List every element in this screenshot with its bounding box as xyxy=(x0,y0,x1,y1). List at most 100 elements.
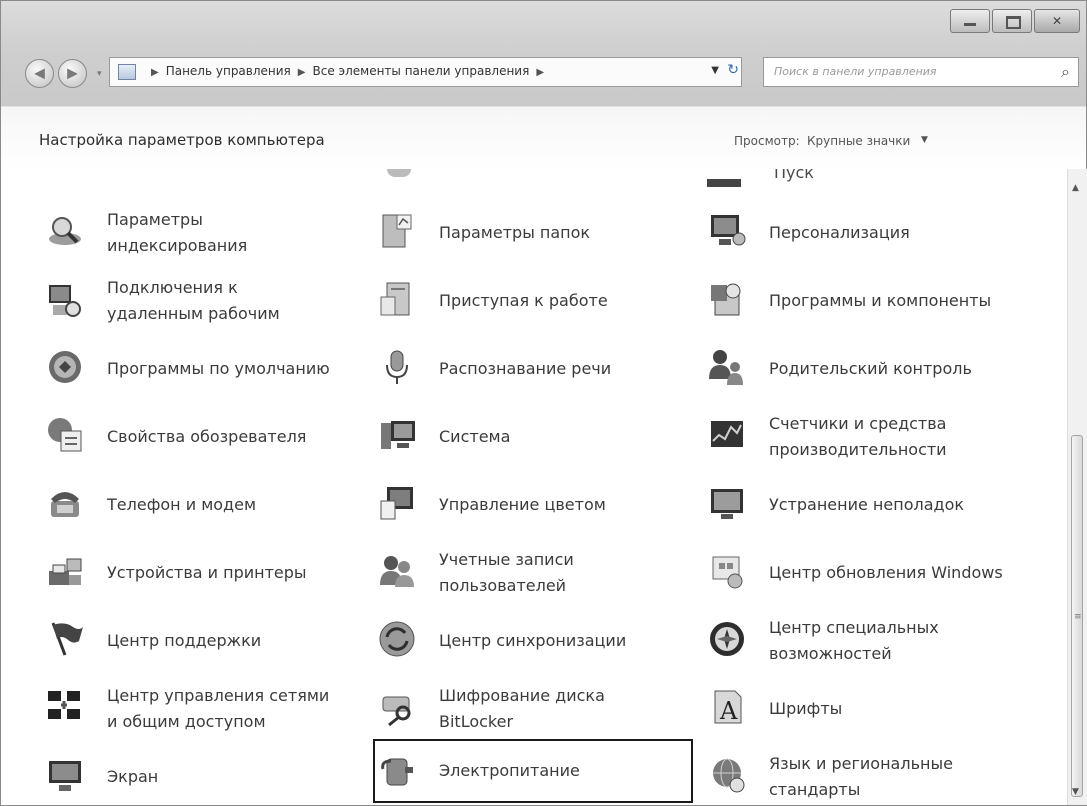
partial-item-col3[interactable]: Пуск xyxy=(707,169,887,191)
address-bar[interactable]: ▶ Панель управления ▶ Все элементы панели у… xyxy=(109,57,742,87)
item-windows-update[interactable]: Центр обновления Windows xyxy=(707,543,1037,603)
item-label: Язык и региональные стандарты xyxy=(769,754,953,799)
folder-options-icon xyxy=(382,214,412,248)
item-label: Приступая к работе xyxy=(439,291,608,310)
close-button[interactable]: ✕ xyxy=(1034,9,1080,33)
item-bitlocker[interactable]: Шифрование диска BitLocker xyxy=(377,679,677,739)
item-system[interactable]: Система xyxy=(377,407,677,467)
item-network-center[interactable]: Центр управления сетями и общим доступом xyxy=(45,679,335,739)
item-region-language[interactable]: Язык и региональные стандарты xyxy=(707,747,1037,805)
search-icon[interactable]: ⌕ xyxy=(1061,62,1070,82)
display-icon xyxy=(49,761,81,791)
maximize-icon xyxy=(1006,16,1021,29)
navigation-bar: ◀ ▶ ▾ ▶ Панель управления ▶ Все элементы па… xyxy=(1,53,1086,93)
fonts-icon: A xyxy=(714,690,742,725)
item-speech-recognition[interactable]: Распознавание речи xyxy=(377,339,677,399)
maximize-button[interactable] xyxy=(992,9,1032,33)
item-phone-modem[interactable]: Телефон и модем xyxy=(45,475,335,535)
content-header: Настройка параметров компьютера Просмотр… xyxy=(1,106,1086,169)
item-color-management[interactable]: Управление цветом xyxy=(377,475,677,535)
breadcrumb: ▶ Панель управления ▶ Все элементы панели у… xyxy=(144,64,551,78)
refresh-icon[interactable]: ↻ xyxy=(727,62,739,78)
item-default-programs[interactable]: Программы по умолчанию xyxy=(45,339,335,399)
minimize-button[interactable] xyxy=(950,9,990,33)
sync-center-icon xyxy=(379,621,415,657)
vertical-scrollbar[interactable]: ▲ ≡ ▼ xyxy=(1067,169,1087,805)
partial-item-col2 xyxy=(379,169,419,191)
scrollbar-thumb[interactable]: ≡ xyxy=(1071,435,1083,797)
minimize-icon xyxy=(964,23,976,26)
breadcrumb-item-all-items[interactable]: Все элементы панели управления xyxy=(312,64,529,78)
forward-button[interactable]: ▶ xyxy=(58,59,87,88)
item-label: Шифрование диска BitLocker xyxy=(439,686,605,731)
troubleshooting-icon xyxy=(711,489,743,519)
bitlocker-key-icon xyxy=(382,696,411,727)
item-label: Учетные записи пользователей xyxy=(439,550,574,595)
breadcrumb-separator-icon[interactable]: ▶ xyxy=(151,67,159,78)
grip-icon: ≡ xyxy=(1074,612,1082,622)
item-internet-options[interactable]: Свойства обозревателя xyxy=(45,407,335,467)
item-label: Центр поддержки xyxy=(107,631,262,650)
parental-control-icon xyxy=(709,350,743,385)
scroll-up-icon[interactable]: ▲ xyxy=(1072,183,1079,193)
scroll-down-icon[interactable]: ▼ xyxy=(1072,787,1079,797)
devices-printers-icon xyxy=(49,558,82,585)
item-parental-control[interactable]: Родительский контроль xyxy=(707,339,1037,399)
caption-buttons: ✕ xyxy=(950,9,1080,33)
item-label: Свойства обозревателя xyxy=(107,427,307,446)
item-power-options[interactable]: Электропитание xyxy=(373,739,693,803)
item-getting-started[interactable]: Приступая к работе xyxy=(377,271,677,331)
breadcrumb-item-control-panel[interactable]: Панель управления xyxy=(166,64,291,78)
item-personalization[interactable]: Персонализация xyxy=(707,203,1037,263)
item-label: Родительский контроль xyxy=(769,359,972,378)
item-label: Центр управления сетями и общим доступом xyxy=(107,686,330,731)
item-sync-center[interactable]: Центр синхронизации xyxy=(377,611,677,671)
control-panel-window: ✕ ◀ ▶ ▾ ▶ Панель управления ▶ Все элементы … xyxy=(0,0,1087,806)
action-center-flag-icon xyxy=(51,622,83,656)
remote-connections-icon xyxy=(49,285,81,317)
item-label: Устранение неполадок xyxy=(769,495,965,514)
item-display[interactable]: Экран xyxy=(45,747,335,805)
item-label: Система xyxy=(439,427,511,446)
title-bar: ✕ ◀ ▶ ▾ ▶ Панель управления ▶ Все элементы … xyxy=(1,1,1086,106)
internet-options-icon xyxy=(48,418,82,452)
chevron-down-icon[interactable]: ▼ xyxy=(921,135,928,145)
item-remote-connections[interactable]: Подключения к удаленным рабочим xyxy=(45,271,335,331)
item-devices-printers[interactable]: Устройства и принтеры xyxy=(45,543,335,603)
item-performance[interactable]: Счетчики и средства производительности xyxy=(707,407,1037,467)
forward-arrow-icon: ▶ xyxy=(67,65,78,82)
search-placeholder: Поиск в панели управления xyxy=(774,65,937,78)
item-label: Параметры папок xyxy=(439,223,591,242)
search-box[interactable]: Поиск в панели управления ⌕ xyxy=(763,57,1079,87)
back-button[interactable]: ◀ xyxy=(25,59,54,88)
item-label: Распознавание речи xyxy=(439,359,612,378)
view-label: Просмотр: xyxy=(734,134,800,148)
breadcrumb-separator-icon[interactable]: ▶ xyxy=(298,67,306,78)
item-fonts[interactable]: A Шрифты xyxy=(707,679,1037,739)
item-user-accounts[interactable]: Учетные записи пользователей xyxy=(377,543,677,603)
item-indexing-options[interactable]: Параметры индексирования xyxy=(45,203,335,263)
back-arrow-icon: ◀ xyxy=(34,65,45,82)
programs-features-icon xyxy=(711,283,741,316)
item-ease-of-access[interactable]: Центр специальных возможностей xyxy=(707,611,1037,671)
default-programs-icon xyxy=(49,351,81,383)
item-label: Пуск xyxy=(774,169,814,182)
item-action-center[interactable]: Центр поддержки xyxy=(45,611,335,671)
item-troubleshooting[interactable]: Устранение неполадок xyxy=(707,475,1037,535)
item-programs-features[interactable]: Программы и компоненты xyxy=(707,271,1037,331)
item-folder-options[interactable]: Параметры папок xyxy=(377,203,677,263)
power-options-icon xyxy=(381,758,413,786)
items-grid: Пуск Параметры индексирования Подключени… xyxy=(1,169,1067,805)
recent-pages-dropdown-icon[interactable]: ▾ xyxy=(97,69,102,79)
item-label: Программы и компоненты xyxy=(769,291,992,310)
item-label: Центр синхронизации xyxy=(439,631,627,650)
item-label: Персонализация xyxy=(769,223,910,242)
view-mode-selector[interactable]: Крупные значки xyxy=(807,134,910,148)
windows-update-icon xyxy=(712,556,743,589)
breadcrumb-separator-icon[interactable]: ▶ xyxy=(536,67,544,78)
item-label: Экран xyxy=(107,767,159,786)
item-label: Программы по умолчанию xyxy=(107,359,330,378)
item-label: Управление цветом xyxy=(439,495,606,514)
address-history-dropdown-icon[interactable]: ▼ xyxy=(711,65,719,76)
item-label: Шрифты xyxy=(769,699,843,718)
